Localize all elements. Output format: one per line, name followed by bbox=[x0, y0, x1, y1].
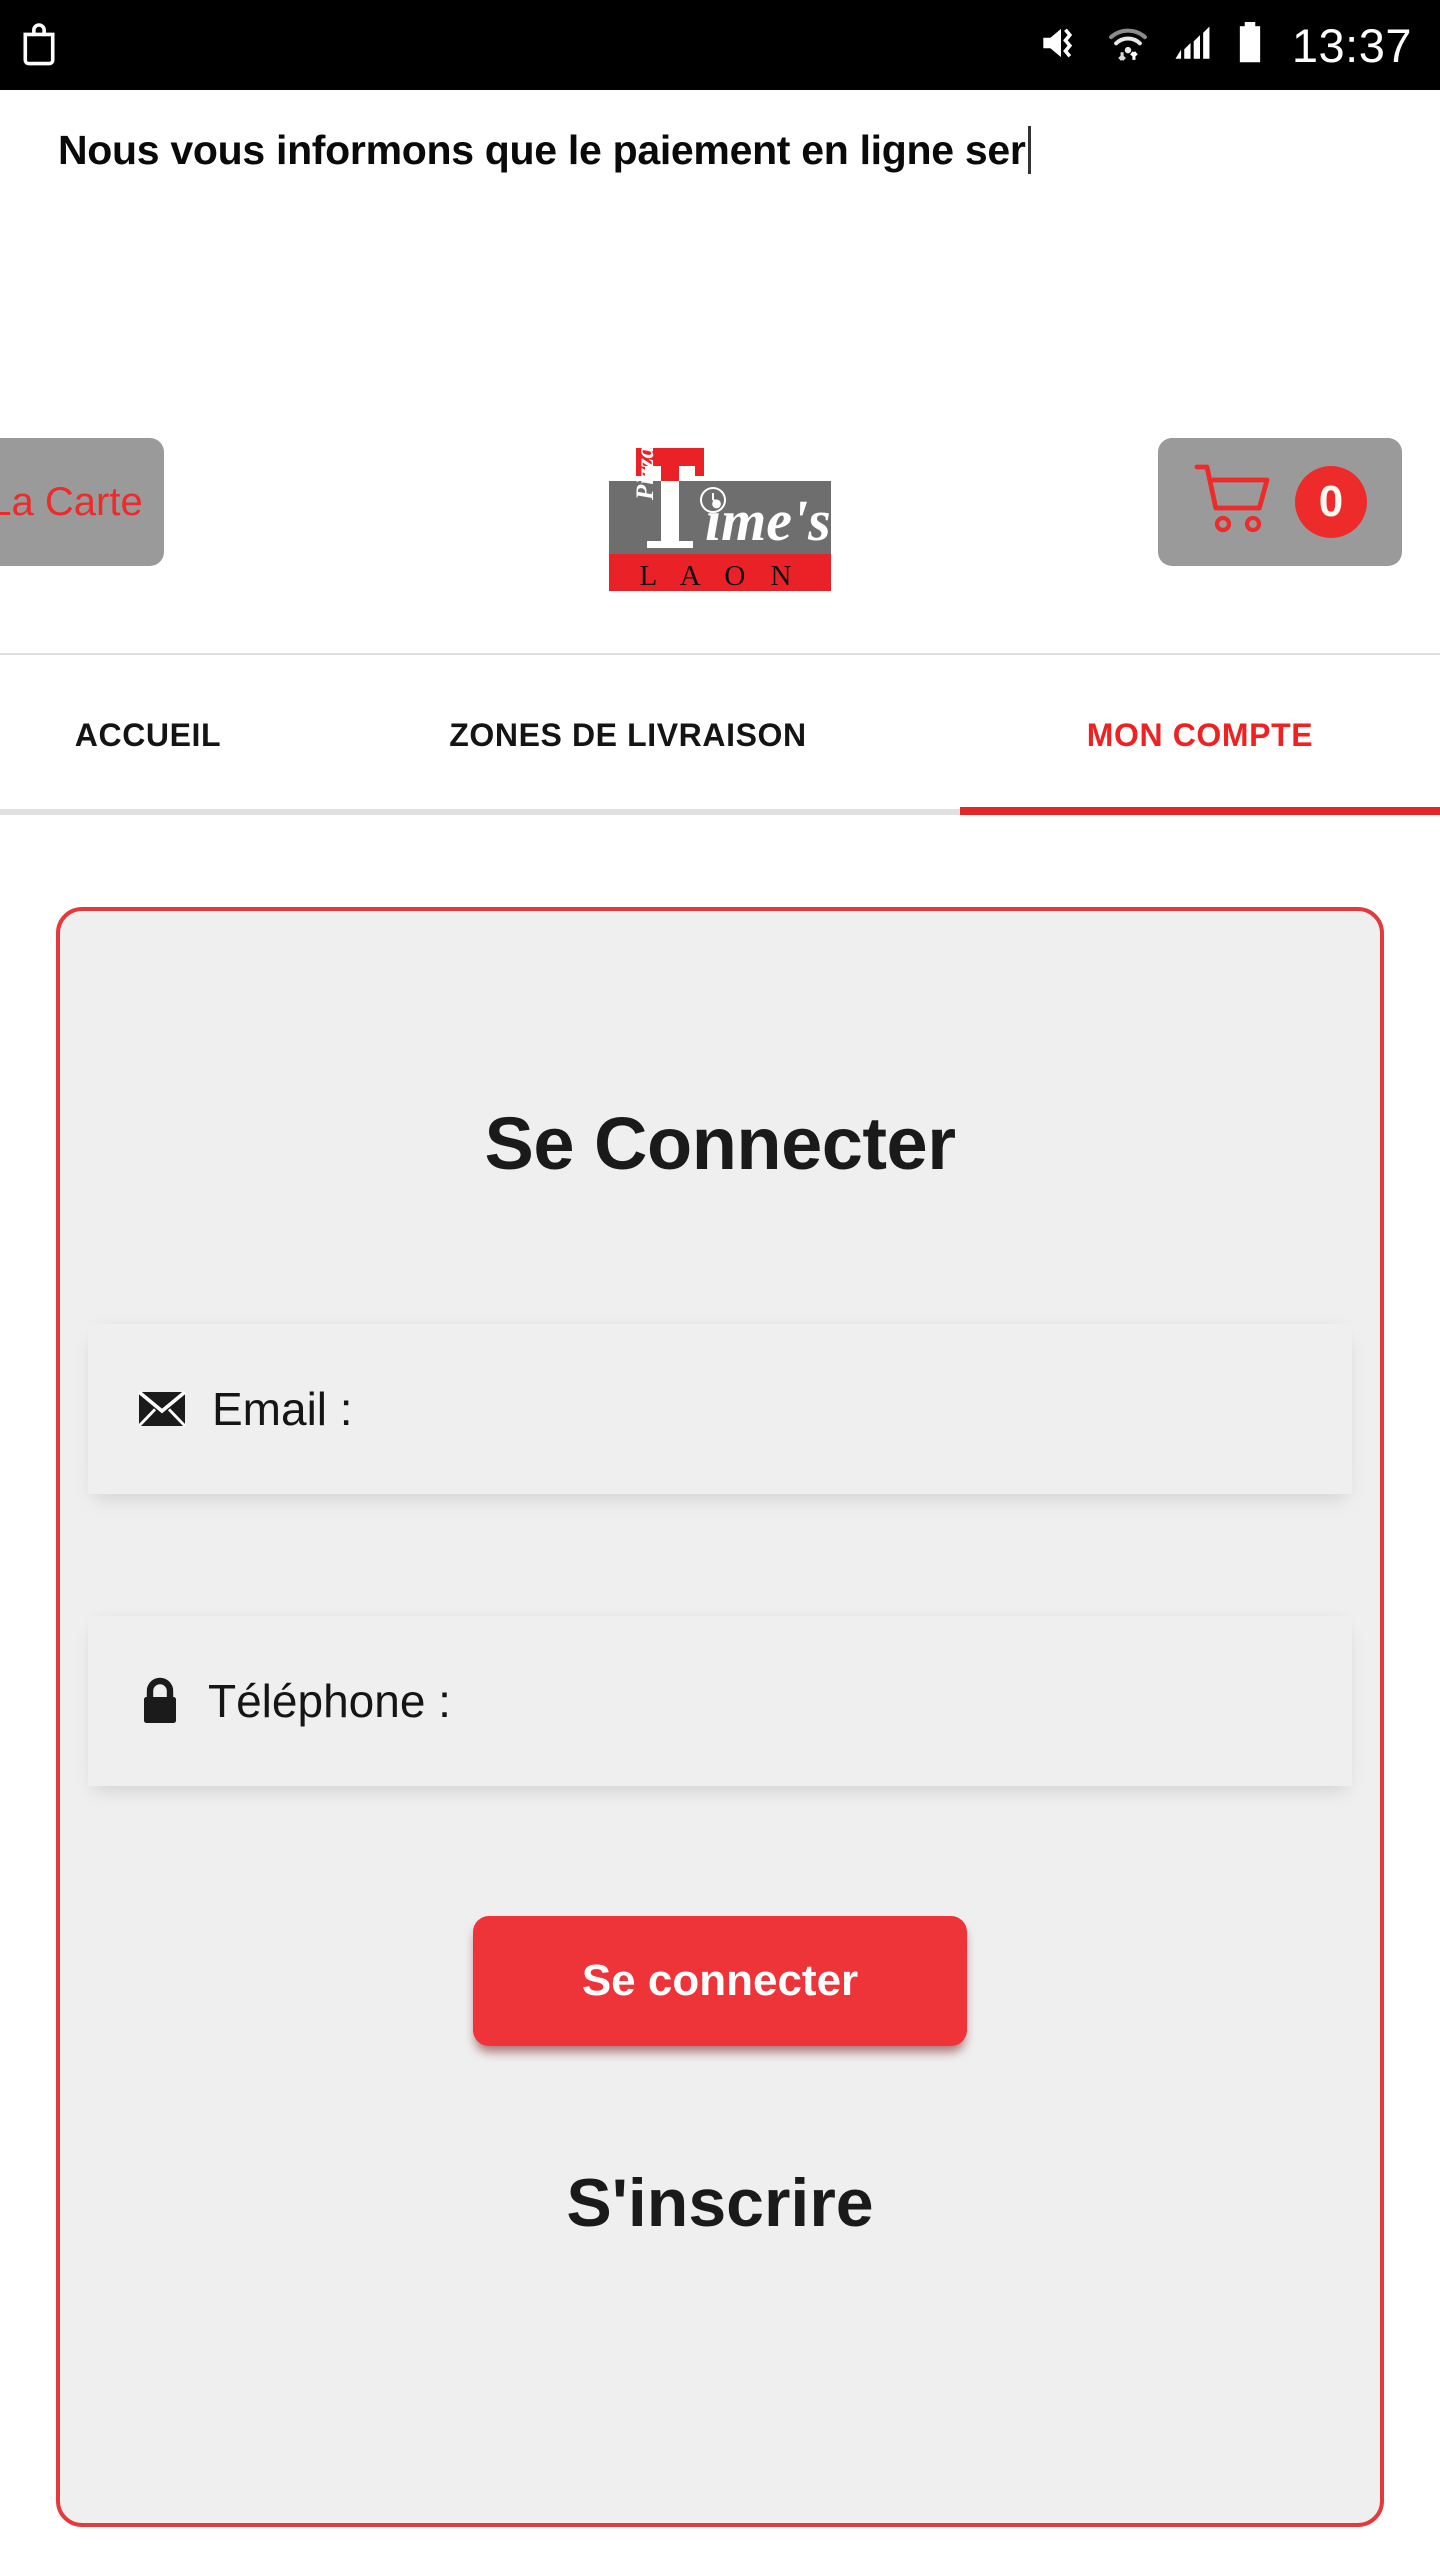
battery-icon bbox=[1236, 20, 1264, 71]
tab-mon-compte-label: MON COMPTE bbox=[1086, 716, 1314, 753]
brand-logo[interactable]: Pizza ime's L A O N bbox=[609, 438, 831, 591]
shopping-bag-icon bbox=[18, 19, 60, 72]
status-bar-notifications bbox=[18, 19, 60, 72]
login-card-title: Se Connecter bbox=[484, 1102, 956, 1185]
tab-zones-de-livraison[interactable]: ZONES DE LIVRAISON bbox=[296, 655, 960, 815]
svg-text:L A O N: L A O N bbox=[639, 560, 800, 591]
status-bar-icons: 13:37 bbox=[1038, 20, 1412, 71]
tab-mon-compte[interactable]: MON COMPTE bbox=[960, 655, 1440, 815]
status-bar-clock: 13:37 bbox=[1291, 18, 1412, 72]
svg-text:Pizza: Pizza bbox=[632, 446, 659, 501]
la-carte-label: La Carte bbox=[0, 479, 143, 524]
notice-banner: Nous vous informons que le paiement en l… bbox=[0, 90, 1440, 210]
email-field-placeholder: Email : bbox=[212, 1383, 353, 1435]
submit-row: Se connecter bbox=[60, 1916, 1380, 2046]
status-bar: 13:37 bbox=[0, 0, 1440, 90]
notice-text: Nous vous informons que le paiement en l… bbox=[58, 126, 1026, 173]
wifi-data-icon bbox=[1106, 20, 1150, 71]
shopping-cart-icon bbox=[1193, 461, 1289, 544]
tab-accueil-label: ACCUEIL bbox=[74, 716, 222, 753]
cart-button[interactable]: 0 bbox=[1158, 438, 1402, 566]
cart-count-badge: 0 bbox=[1295, 466, 1367, 538]
email-field[interactable]: Email : bbox=[88, 1324, 1352, 1494]
site-header: La Carte Pizza ime's L A O N 0 bbox=[0, 210, 1440, 655]
lock-icon bbox=[138, 1677, 182, 1725]
pizza-times-laon-logo: Pizza ime's L A O N bbox=[609, 446, 831, 591]
tab-accueil[interactable]: ACCUEIL bbox=[0, 655, 296, 815]
main-nav-tabs: ACCUEIL ZONES DE LIVRAISON MON COMPTE bbox=[0, 655, 1440, 815]
sinscrire-link[interactable]: S'inscrire bbox=[60, 2164, 1380, 2242]
cellular-signal-icon bbox=[1172, 21, 1214, 70]
tab-active-indicator bbox=[960, 807, 1440, 815]
envelope-icon bbox=[138, 1391, 186, 1427]
notice-caret bbox=[1027, 126, 1031, 174]
main-content: Se Connecter Email : Téléphone : Se conn… bbox=[0, 815, 1440, 2527]
svg-text:ime's: ime's bbox=[705, 488, 831, 553]
mute-vibrate-icon bbox=[1038, 20, 1084, 71]
se-connecter-button[interactable]: Se connecter bbox=[473, 1916, 967, 2046]
phone-field-placeholder: Téléphone : bbox=[208, 1675, 451, 1727]
la-carte-button[interactable]: La Carte bbox=[0, 438, 164, 566]
phone-field[interactable]: Téléphone : bbox=[88, 1616, 1352, 1786]
tab-zones-label: ZONES DE LIVRAISON bbox=[449, 716, 807, 753]
login-card: Se Connecter Email : Téléphone : Se conn… bbox=[56, 907, 1384, 2527]
